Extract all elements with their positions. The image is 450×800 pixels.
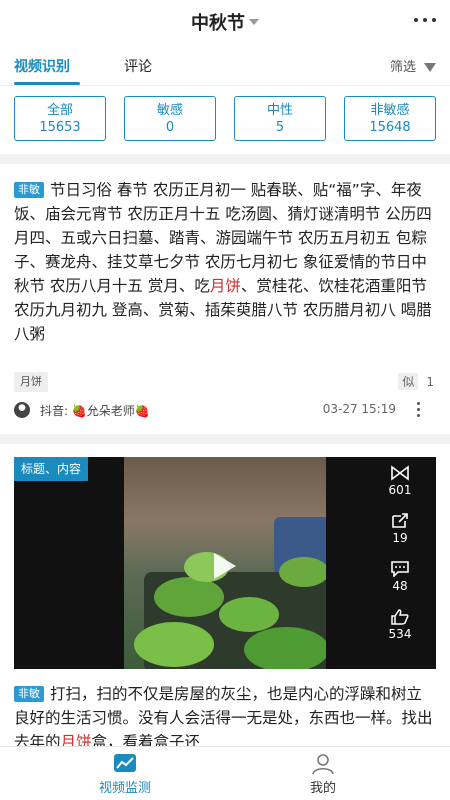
section-divider bbox=[0, 154, 450, 164]
stat-label: 中性 bbox=[266, 103, 293, 118]
stat-value: 0 bbox=[165, 120, 175, 135]
filter-label: 筛选 bbox=[389, 60, 416, 75]
stat-value: 5 bbox=[275, 120, 285, 135]
title-dropdown[interactable]: 中秋节 bbox=[0, 9, 450, 35]
nav-label: 视频监测 bbox=[98, 781, 151, 796]
video-stat-value: 19 bbox=[392, 531, 408, 545]
play-icon[interactable] bbox=[214, 553, 236, 579]
tab-comments[interactable]: 评论 bbox=[124, 56, 152, 76]
app-root: 中秋节 视频识别 评论 筛选 全部 15653 敏感 0 中性 5 非敏感 15… bbox=[0, 0, 450, 800]
keyword-chip: 月饼 bbox=[14, 372, 48, 392]
stat-sensitive[interactable]: 敏感 0 bbox=[124, 96, 216, 141]
caret-down-icon bbox=[249, 19, 259, 25]
bottom-nav: 视频监测 我的 bbox=[0, 746, 450, 800]
timestamp: 03-27 15:19 bbox=[322, 402, 396, 416]
thumbs-up-icon bbox=[391, 609, 409, 625]
forward-icon bbox=[391, 513, 409, 529]
stat-label: 敏感 bbox=[156, 103, 183, 118]
page-title: 中秋节 bbox=[191, 13, 245, 34]
avatar bbox=[14, 402, 30, 418]
card-text[interactable]: 非敏 节日习俗 春节 农历正月初一 贴春联、贴“福”字、年夜饭、庙会元宵节 农历正… bbox=[14, 178, 436, 346]
nav-video-monitoring[interactable]: 视频监测 bbox=[70, 753, 180, 796]
tag-non-sensitive: 非敏 bbox=[14, 686, 44, 702]
stat-value: 15648 bbox=[369, 120, 411, 135]
card-meta: 抖音: 🍓允朵老师🍓 03-27 15:19 bbox=[14, 400, 436, 420]
user-icon bbox=[311, 753, 335, 775]
video-stat-shares: 601 bbox=[378, 465, 422, 497]
tab-bar: 视频识别 评论 筛选 bbox=[0, 46, 450, 86]
more-horizontal-icon[interactable] bbox=[412, 12, 438, 28]
comment-icon bbox=[391, 561, 409, 578]
stats-row: 全部 15653 敏感 0 中性 5 非敏感 15648 bbox=[0, 96, 450, 146]
video-stat-forwards: 19 bbox=[378, 513, 422, 545]
filter-icon bbox=[424, 63, 436, 72]
video-stat-comments: 48 bbox=[378, 561, 422, 593]
video-match-badge: 标题、内容 bbox=[14, 457, 89, 481]
video-stat-value: 601 bbox=[388, 483, 412, 497]
stat-label: 全部 bbox=[46, 103, 73, 118]
stat-non-sensitive[interactable]: 非敏感 15648 bbox=[344, 96, 436, 141]
keyword-highlight: 月饼 bbox=[209, 277, 241, 295]
similar-label: 似 bbox=[398, 373, 419, 390]
share-bowtie-icon bbox=[391, 465, 409, 481]
similar-value: 1 bbox=[426, 375, 434, 389]
top-bar: 中秋节 bbox=[0, 0, 450, 42]
video-stat-value: 48 bbox=[392, 579, 408, 593]
section-divider bbox=[0, 434, 450, 444]
filter-button[interactable]: 筛选 bbox=[390, 56, 436, 75]
more-vertical-icon[interactable] bbox=[416, 400, 422, 420]
stat-all[interactable]: 全部 15653 bbox=[14, 96, 106, 141]
nav-label: 我的 bbox=[309, 781, 336, 796]
stat-label: 非敏感 bbox=[370, 103, 410, 118]
similar-count[interactable]: 似1 bbox=[398, 373, 434, 390]
tab-video-recognition[interactable]: 视频识别 bbox=[14, 56, 70, 76]
active-tab-indicator bbox=[14, 82, 80, 85]
video-player[interactable]: 标题、内容 601 19 48 534 bbox=[14, 457, 436, 669]
nav-mine[interactable]: 我的 bbox=[268, 753, 378, 796]
video-stat-likes: 534 bbox=[378, 609, 422, 641]
source-label: 抖音: 🍓允朵老师🍓 bbox=[40, 404, 150, 418]
stat-neutral[interactable]: 中性 5 bbox=[234, 96, 326, 141]
card-text[interactable]: 非敏 打扫，扫的不仅是房屋的灰尘，也是内心的浮躁和树立良好的生活习惯。没有人会活得… bbox=[14, 682, 436, 754]
chart-line-icon bbox=[113, 753, 137, 775]
video-stat-value: 534 bbox=[388, 627, 412, 641]
tag-non-sensitive: 非敏 bbox=[14, 182, 44, 198]
stat-value: 15653 bbox=[39, 120, 81, 135]
